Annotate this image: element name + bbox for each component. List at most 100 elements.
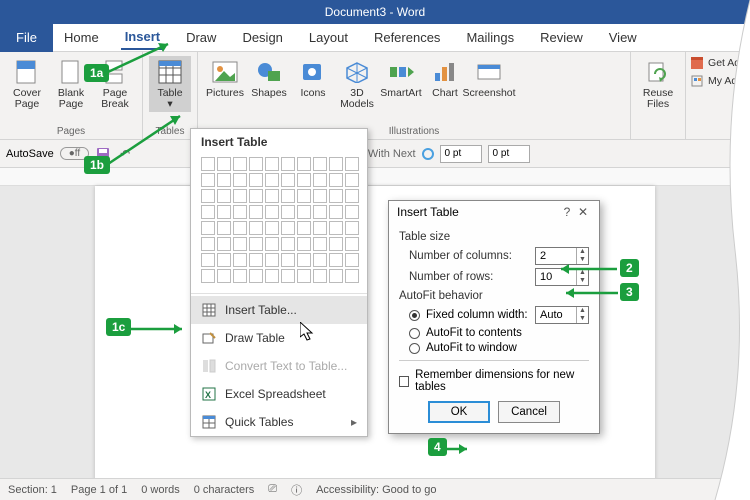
screenshot-button[interactable]: Screenshot [468,56,510,112]
grid-cell[interactable] [233,205,247,219]
tab-file[interactable]: File [0,24,53,52]
grid-cell[interactable] [249,205,263,219]
grid-cell[interactable] [233,173,247,187]
radio-fixed-width[interactable]: Fixed column width:Auto▲▼ [409,306,589,324]
grid-cell[interactable] [281,269,295,283]
remember-checkbox[interactable]: Remember dimensions for new tables [399,369,589,393]
grid-cell[interactable] [281,221,295,235]
grid-cell[interactable] [233,253,247,267]
status-accessibility[interactable]: Accessibility: Good to go [316,484,436,496]
grid-cell[interactable] [329,221,343,235]
grid-cell[interactable] [329,173,343,187]
grid-cell[interactable] [297,237,311,251]
grid-cell[interactable] [217,173,231,187]
grid-cell[interactable] [265,189,279,203]
reuse-files-button[interactable]: Reuse Files [637,56,679,112]
tab-mailings[interactable]: Mailings [462,26,518,49]
status-chars[interactable]: 0 characters [194,484,255,496]
grid-cell[interactable] [345,205,359,219]
status-section[interactable]: Section: 1 [8,484,57,496]
grid-cell[interactable] [201,253,215,267]
grid-cell[interactable] [345,173,359,187]
grid-cell[interactable] [329,237,343,251]
spacing-after-input[interactable]: 0 pt [488,145,530,163]
dialog-help-button[interactable]: ? [559,205,575,219]
grid-cell[interactable] [233,189,247,203]
grid-cell[interactable] [265,157,279,171]
grid-cell[interactable] [201,221,215,235]
menu-excel-spreadsheet[interactable]: X Excel Spreadsheet [191,380,367,408]
keep-with-next-radio[interactable] [422,148,434,160]
grid-cell[interactable] [217,253,231,267]
fixed-width-input[interactable]: Auto▲▼ [535,306,589,324]
grid-cell[interactable] [249,157,263,171]
grid-cell[interactable] [345,221,359,235]
grid-cell[interactable] [313,221,327,235]
grid-cell[interactable] [265,205,279,219]
grid-cell[interactable] [313,173,327,187]
grid-cell[interactable] [281,253,295,267]
grid-cell[interactable] [329,205,343,219]
grid-cell[interactable] [297,189,311,203]
grid-cell[interactable] [313,205,327,219]
tab-home[interactable]: Home [60,26,103,49]
grid-cell[interactable] [345,189,359,203]
grid-cell[interactable] [281,205,295,219]
grid-cell[interactable] [249,253,263,267]
cover-page-button[interactable]: Cover Page [6,56,48,112]
grid-cell[interactable] [345,157,359,171]
grid-cell[interactable] [297,173,311,187]
tab-draw[interactable]: Draw [182,26,220,49]
tab-design[interactable]: Design [238,26,286,49]
grid-cell[interactable] [281,189,295,203]
grid-cell[interactable] [265,237,279,251]
3d-models-button[interactable]: 3D Models [336,56,378,112]
status-words[interactable]: 0 words [141,484,180,496]
grid-cell[interactable] [313,253,327,267]
grid-cell[interactable] [201,269,215,283]
grid-cell[interactable] [345,269,359,283]
grid-cell[interactable] [217,269,231,283]
grid-cell[interactable] [329,157,343,171]
grid-cell[interactable] [265,221,279,235]
status-language-icon[interactable]: ⎚ [268,483,277,496]
grid-cell[interactable] [201,237,215,251]
tab-review[interactable]: Review [536,26,587,49]
grid-cell[interactable] [345,237,359,251]
grid-cell[interactable] [313,157,327,171]
shapes-button[interactable]: Shapes [248,56,290,112]
grid-cell[interactable] [265,173,279,187]
tab-references[interactable]: References [370,26,444,49]
grid-cell[interactable] [201,173,215,187]
pictures-button[interactable]: Pictures [204,56,246,112]
grid-cell[interactable] [217,221,231,235]
radio-autofit-contents[interactable]: AutoFit to contents [409,327,589,339]
grid-cell[interactable] [249,189,263,203]
grid-cell[interactable] [265,253,279,267]
grid-cell[interactable] [249,221,263,235]
grid-cell[interactable] [281,157,295,171]
chart-button[interactable]: Chart [424,56,466,112]
grid-cell[interactable] [201,205,215,219]
menu-draw-table[interactable]: Draw Table [191,324,367,352]
status-page[interactable]: Page 1 of 1 [71,484,127,496]
table-size-grid[interactable] [191,153,367,291]
grid-cell[interactable] [217,189,231,203]
dialog-close-button[interactable]: ✕ [575,205,591,219]
tab-view[interactable]: View [605,26,641,49]
grid-cell[interactable] [281,237,295,251]
grid-cell[interactable] [233,157,247,171]
grid-cell[interactable] [217,237,231,251]
tab-layout[interactable]: Layout [305,26,352,49]
grid-cell[interactable] [249,237,263,251]
grid-cell[interactable] [249,173,263,187]
grid-cell[interactable] [233,269,247,283]
icons-button[interactable]: Icons [292,56,334,112]
grid-cell[interactable] [345,253,359,267]
grid-cell[interactable] [233,237,247,251]
grid-cell[interactable] [217,205,231,219]
grid-cell[interactable] [201,189,215,203]
grid-cell[interactable] [201,157,215,171]
grid-cell[interactable] [265,269,279,283]
grid-cell[interactable] [313,189,327,203]
